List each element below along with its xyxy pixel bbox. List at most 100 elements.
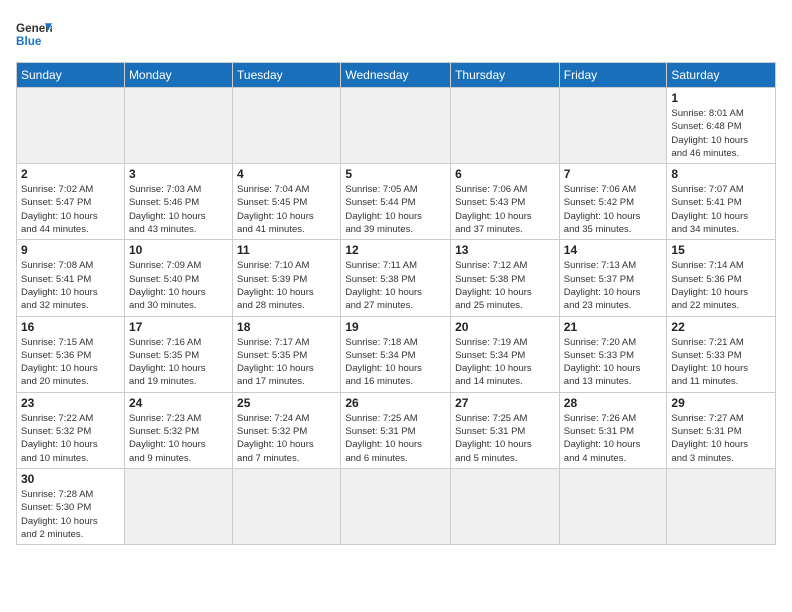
weekday-header-tuesday: Tuesday [233, 63, 341, 88]
weekday-header-saturday: Saturday [667, 63, 776, 88]
day-info: Sunrise: 7:19 AMSunset: 5:34 PMDaylight:… [455, 336, 555, 389]
day-info: Sunrise: 7:15 AMSunset: 5:36 PMDaylight:… [21, 336, 120, 389]
day-number: 21 [564, 320, 663, 334]
day-info: Sunrise: 7:27 AMSunset: 5:31 PMDaylight:… [671, 412, 771, 465]
calendar-day-cell: 21 Sunrise: 7:20 AMSunset: 5:33 PMDayligh… [559, 316, 667, 392]
calendar-week-row: 9 Sunrise: 7:08 AMSunset: 5:41 PMDaylight… [17, 240, 776, 316]
day-number: 5 [345, 167, 446, 181]
day-number: 17 [129, 320, 228, 334]
calendar-day-cell: 23Sunrise: 7:22 AMSunset: 5:32 PMDayligh… [17, 392, 125, 468]
calendar-day-cell: 29 Sunrise: 7:27 AMSunset: 5:31 PMDayligh… [667, 392, 776, 468]
calendar-day-cell: 30Sunrise: 7:28 AMSunset: 5:30 PMDayligh… [17, 468, 125, 544]
calendar-day-cell [341, 88, 451, 164]
calendar-day-cell: 2 Sunrise: 7:02 AMSunset: 5:47 PMDaylight… [17, 164, 125, 240]
day-number: 26 [345, 396, 446, 410]
day-number: 29 [671, 396, 771, 410]
day-info: Sunrise: 7:12 AMSunset: 5:38 PMDaylight:… [455, 259, 555, 312]
day-info: Sunrise: 7:26 AMSunset: 5:31 PMDaylight:… [564, 412, 663, 465]
page: General Blue SundayMondayTuesdayWednesda… [0, 0, 792, 561]
day-number: 19 [345, 320, 446, 334]
calendar-day-cell [17, 88, 125, 164]
calendar-day-cell: 20Sunrise: 7:19 AMSunset: 5:34 PMDayligh… [451, 316, 560, 392]
day-number: 13 [455, 243, 555, 257]
calendar-day-cell [233, 88, 341, 164]
day-info: Sunrise: 7:28 AMSunset: 5:30 PMDaylight:… [21, 488, 120, 541]
day-number: 4 [237, 167, 336, 181]
generalblue-logo-icon: General Blue [16, 16, 52, 52]
calendar-day-cell: 25 Sunrise: 7:24 AMSunset: 5:32 PMDayligh… [233, 392, 341, 468]
day-info: Sunrise: 7:17 AMSunset: 5:35 PMDaylight:… [237, 336, 336, 389]
day-info: Sunrise: 7:23 AMSunset: 5:32 PMDaylight:… [129, 412, 228, 465]
day-info: Sunrise: 7:25 AMSunset: 5:31 PMDaylight:… [455, 412, 555, 465]
svg-text:Blue: Blue [16, 35, 42, 48]
calendar-day-cell: 26 Sunrise: 7:25 AMSunset: 5:31 PMDayligh… [341, 392, 451, 468]
day-info: Sunrise: 7:24 AMSunset: 5:32 PMDaylight:… [237, 412, 336, 465]
calendar-day-cell: 27 Sunrise: 7:25 AMSunset: 5:31 PMDayligh… [451, 392, 560, 468]
day-info: Sunrise: 7:03 AMSunset: 5:46 PMDaylight:… [129, 183, 228, 236]
day-number: 1 [671, 91, 771, 105]
calendar-day-cell: 19 Sunrise: 7:18 AMSunset: 5:34 PMDayligh… [341, 316, 451, 392]
day-number: 25 [237, 396, 336, 410]
weekday-header-wednesday: Wednesday [341, 63, 451, 88]
calendar-day-cell: 6 Sunrise: 7:06 AMSunset: 5:43 PMDaylight… [451, 164, 560, 240]
calendar-day-cell: 12Sunrise: 7:11 AMSunset: 5:38 PMDayligh… [341, 240, 451, 316]
day-info: Sunrise: 7:16 AMSunset: 5:35 PMDaylight:… [129, 336, 228, 389]
day-info: Sunrise: 7:10 AMSunset: 5:39 PMDaylight:… [237, 259, 336, 312]
calendar-day-cell: 15Sunrise: 7:14 AMSunset: 5:36 PMDayligh… [667, 240, 776, 316]
day-number: 9 [21, 243, 120, 257]
calendar-day-cell: 10Sunrise: 7:09 AMSunset: 5:40 PMDayligh… [124, 240, 232, 316]
day-info: Sunrise: 7:20 AMSunset: 5:33 PMDaylight:… [564, 336, 663, 389]
day-number: 22 [671, 320, 771, 334]
day-info: Sunrise: 7:25 AMSunset: 5:31 PMDaylight:… [345, 412, 446, 465]
day-number: 28 [564, 396, 663, 410]
calendar-day-cell: 11Sunrise: 7:10 AMSunset: 5:39 PMDayligh… [233, 240, 341, 316]
day-info: Sunrise: 7:07 AMSunset: 5:41 PMDaylight:… [671, 183, 771, 236]
day-info: Sunrise: 7:22 AMSunset: 5:32 PMDaylight:… [21, 412, 120, 465]
day-info: Sunrise: 7:21 AMSunset: 5:33 PMDaylight:… [671, 336, 771, 389]
day-info: Sunrise: 7:08 AMSunset: 5:41 PMDaylight:… [21, 259, 120, 312]
calendar-week-row: 1Sunrise: 8:01 AMSunset: 6:48 PMDaylight… [17, 88, 776, 164]
weekday-header-row: SundayMondayTuesdayWednesdayThursdayFrid… [17, 63, 776, 88]
calendar-day-cell [451, 88, 560, 164]
calendar-day-cell: 1Sunrise: 8:01 AMSunset: 6:48 PMDaylight… [667, 88, 776, 164]
calendar-day-cell: 18Sunrise: 7:17 AMSunset: 5:35 PMDayligh… [233, 316, 341, 392]
day-number: 2 [21, 167, 120, 181]
day-info: Sunrise: 7:06 AMSunset: 5:42 PMDaylight:… [564, 183, 663, 236]
day-number: 16 [21, 320, 120, 334]
calendar-day-cell: 24 Sunrise: 7:23 AMSunset: 5:32 PMDayligh… [124, 392, 232, 468]
calendar-day-cell: 8Sunrise: 7:07 AMSunset: 5:41 PMDaylight… [667, 164, 776, 240]
day-number: 6 [455, 167, 555, 181]
day-info: Sunrise: 7:13 AMSunset: 5:37 PMDaylight:… [564, 259, 663, 312]
day-info: Sunrise: 7:02 AMSunset: 5:47 PMDaylight:… [21, 183, 120, 236]
day-info: Sunrise: 7:11 AMSunset: 5:38 PMDaylight:… [345, 259, 446, 312]
weekday-header-monday: Monday [124, 63, 232, 88]
calendar-week-row: 23Sunrise: 7:22 AMSunset: 5:32 PMDayligh… [17, 392, 776, 468]
calendar-day-cell [559, 468, 667, 544]
calendar-day-cell: 3 Sunrise: 7:03 AMSunset: 5:46 PMDaylight… [124, 164, 232, 240]
calendar-header: SundayMondayTuesdayWednesdayThursdayFrid… [17, 63, 776, 88]
calendar-day-cell: 14 Sunrise: 7:13 AMSunset: 5:37 PMDayligh… [559, 240, 667, 316]
day-info: Sunrise: 7:18 AMSunset: 5:34 PMDaylight:… [345, 336, 446, 389]
calendar-day-cell [451, 468, 560, 544]
calendar-day-cell: 16 Sunrise: 7:15 AMSunset: 5:36 PMDayligh… [17, 316, 125, 392]
calendar-day-cell [559, 88, 667, 164]
calendar: SundayMondayTuesdayWednesdayThursdayFrid… [16, 62, 776, 545]
calendar-day-cell: 5Sunrise: 7:05 AMSunset: 5:44 PMDaylight… [341, 164, 451, 240]
calendar-day-cell: 4Sunrise: 7:04 AMSunset: 5:45 PMDaylight… [233, 164, 341, 240]
day-info: Sunrise: 7:06 AMSunset: 5:43 PMDaylight:… [455, 183, 555, 236]
day-number: 14 [564, 243, 663, 257]
calendar-week-row: 30Sunrise: 7:28 AMSunset: 5:30 PMDayligh… [17, 468, 776, 544]
weekday-header-sunday: Sunday [17, 63, 125, 88]
day-number: 3 [129, 167, 228, 181]
weekday-header-thursday: Thursday [451, 63, 560, 88]
day-info: Sunrise: 7:09 AMSunset: 5:40 PMDaylight:… [129, 259, 228, 312]
calendar-day-cell [233, 468, 341, 544]
day-number: 27 [455, 396, 555, 410]
day-number: 15 [671, 243, 771, 257]
calendar-week-row: 2 Sunrise: 7:02 AMSunset: 5:47 PMDaylight… [17, 164, 776, 240]
calendar-week-row: 16 Sunrise: 7:15 AMSunset: 5:36 PMDayligh… [17, 316, 776, 392]
calendar-day-cell [124, 468, 232, 544]
calendar-day-cell [667, 468, 776, 544]
day-number: 24 [129, 396, 228, 410]
calendar-day-cell: 13 Sunrise: 7:12 AMSunset: 5:38 PMDayligh… [451, 240, 560, 316]
